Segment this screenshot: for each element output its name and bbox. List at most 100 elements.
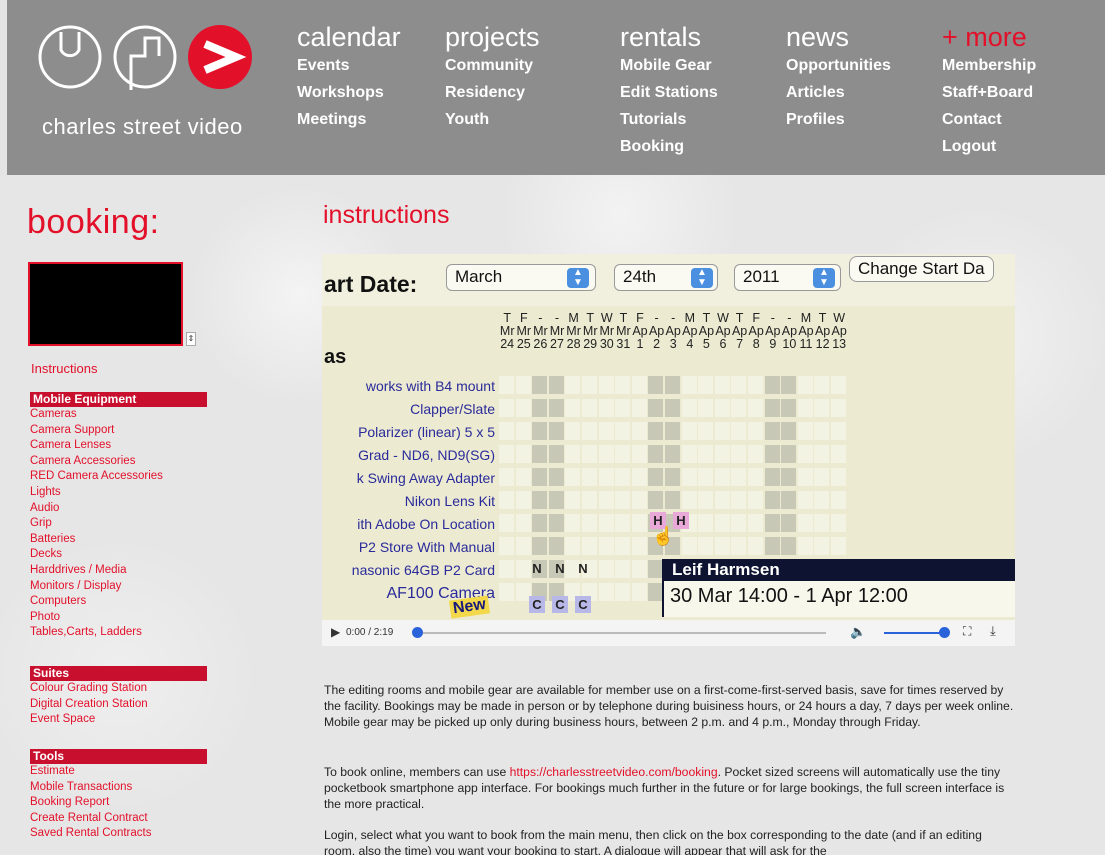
- nav-head-more[interactable]: + more: [942, 22, 1036, 52]
- nav-item-staff-board[interactable]: Staff+Board: [942, 79, 1036, 106]
- grid-cell: [548, 514, 564, 532]
- grid-cell: [814, 491, 830, 509]
- video-column-header: 13: [832, 337, 847, 351]
- grid-cell: [515, 537, 531, 555]
- sidebar-item-lights[interactable]: Lights: [30, 485, 207, 501]
- volume-slider[interactable]: [884, 632, 944, 634]
- booking-link[interactable]: https://charlesstreetvideo.com/booking: [510, 765, 718, 779]
- download-icon[interactable]: ⤓: [990, 623, 996, 639]
- sidebar-item-estimate[interactable]: Estimate: [30, 764, 207, 780]
- grid-cell: [814, 422, 830, 440]
- sidebar-item-camera-lenses[interactable]: Camera Lenses: [30, 438, 207, 454]
- new-badge: New: [448, 595, 490, 619]
- grid-cell: [532, 491, 548, 509]
- grid-cell: [797, 537, 813, 555]
- grid-cell: [814, 376, 830, 394]
- grid-cell: [565, 514, 581, 532]
- sidebar-item-audio[interactable]: Audio: [30, 501, 207, 517]
- nav-item-contact[interactable]: Contact: [942, 106, 1036, 133]
- grid-cell: [598, 468, 614, 486]
- booking-block: N: [555, 561, 565, 576]
- video-column-header: 4: [686, 337, 694, 351]
- grid-cell: [764, 422, 780, 440]
- grid-cell: [615, 491, 631, 509]
- grid-cell: [748, 491, 763, 509]
- sidebar-item-create-rental-contract[interactable]: Create Rental Contract: [30, 811, 207, 827]
- nav-item-profiles[interactable]: Profiles: [786, 106, 891, 133]
- nav-item-logout[interactable]: Logout: [942, 133, 1036, 160]
- sidebar-item-decks[interactable]: Decks: [30, 547, 207, 563]
- booking-block: N: [532, 561, 542, 576]
- sidebar-item-batteries[interactable]: Batteries: [30, 532, 207, 548]
- video-column-header: 8: [752, 337, 760, 351]
- nav-item-events[interactable]: Events: [297, 52, 401, 79]
- sidebar-item-saved-rental-contracts[interactable]: Saved Rental Contracts: [30, 826, 207, 842]
- grid-cell: [515, 491, 531, 509]
- nav-item-tutorials[interactable]: Tutorials: [620, 106, 718, 133]
- grid-cell: [499, 583, 514, 601]
- fullscreen-icon[interactable]: ⛶: [963, 624, 971, 639]
- grid-cell: [764, 491, 780, 509]
- nav-item-workshops[interactable]: Workshops: [297, 79, 401, 106]
- grid-cell: [532, 422, 548, 440]
- nav-item-membership[interactable]: Membership: [942, 52, 1036, 79]
- video-progress-track[interactable]: [418, 632, 826, 634]
- nav-item-edit-stations[interactable]: Edit Stations: [620, 79, 718, 106]
- sidebar-item-booking-report[interactable]: Booking Report: [30, 795, 207, 811]
- sidebar-link-instructions[interactable]: Instructions: [31, 361, 97, 376]
- video-row-label: Clapper/Slate: [410, 401, 495, 417]
- sidebar-item-camera-accessories[interactable]: Camera Accessories: [30, 454, 207, 470]
- nav-item-opportunities[interactable]: Opportunities: [786, 52, 891, 79]
- sidebar-item-event-space[interactable]: Event Space: [30, 712, 207, 728]
- video-column-header: 27: [550, 337, 564, 351]
- grid-cell: [748, 445, 763, 463]
- sidebar-item-mobile-transactions[interactable]: Mobile Transactions: [30, 780, 207, 796]
- sidebar-item-tables-carts-ladders[interactable]: Tables,Carts, Ladders: [30, 625, 207, 641]
- paragraph-text: To book online, members can use: [324, 765, 510, 779]
- grid-cell: [548, 376, 564, 394]
- select-spinner-icon[interactable]: ⇕: [186, 332, 196, 346]
- nav-item-residency[interactable]: Residency: [445, 79, 540, 106]
- nav-item-booking[interactable]: Booking: [620, 133, 718, 160]
- nav-item-articles[interactable]: Articles: [786, 79, 891, 106]
- play-icon[interactable]: ▶: [331, 625, 340, 639]
- grid-cell: [698, 399, 714, 417]
- grid-cell: [532, 399, 548, 417]
- sidebar-item-colour-grading-station[interactable]: Colour Grading Station: [30, 681, 207, 697]
- booking-tooltip-name: Leif Harmsen: [662, 559, 1015, 581]
- grid-cell: [515, 422, 531, 440]
- sidebar-item-photo[interactable]: Photo: [30, 610, 207, 626]
- grid-cell: [681, 422, 697, 440]
- sidebar-item-harddrives-media[interactable]: Harddrives / Media: [30, 563, 207, 579]
- grid-cell: [748, 422, 763, 440]
- nav-head-rentals[interactable]: rentals: [620, 22, 718, 52]
- nav-head-calendar[interactable]: calendar: [297, 22, 401, 52]
- grid-cell: [698, 468, 714, 486]
- grid-cell: [532, 468, 548, 486]
- video-column-header: 25: [516, 337, 531, 351]
- sidebar-item-digital-creation-station[interactable]: Digital Creation Station: [30, 697, 207, 713]
- grid-cell: [515, 468, 531, 486]
- sidebar-item-grip[interactable]: Grip: [30, 516, 207, 532]
- volume-knob[interactable]: [939, 627, 950, 638]
- grid-cell: [698, 445, 714, 463]
- grid-cell: [831, 376, 846, 394]
- nav-item-mobile-gear[interactable]: Mobile Gear: [620, 52, 718, 79]
- sidebar-item-camera-support[interactable]: Camera Support: [30, 423, 207, 439]
- sidebar-item-red-camera-accessories[interactable]: RED Camera Accessories: [30, 469, 207, 485]
- sidebar-item-computers[interactable]: Computers: [30, 594, 207, 610]
- nav-head-news[interactable]: news: [786, 22, 891, 52]
- sidebar-item-cameras[interactable]: Cameras: [30, 407, 207, 423]
- sidebar-item-monitors-display[interactable]: Monitors / Display: [30, 579, 207, 595]
- volume-icon[interactable]: 🔈: [850, 624, 866, 640]
- booking-select-list[interactable]: [28, 262, 183, 346]
- video-progress-knob[interactable]: [412, 627, 423, 638]
- grid-cell: [499, 399, 514, 417]
- nav-item-meetings[interactable]: Meetings: [297, 106, 401, 133]
- nav-item-community[interactable]: Community: [445, 52, 540, 79]
- grid-cell: [598, 560, 614, 578]
- video-row-label: Polarizer (linear) 5 x 5: [358, 424, 495, 440]
- nav-head-projects[interactable]: projects: [445, 22, 540, 52]
- tutorial-video-player[interactable]: art Date: March ▲ ▼ 24th ▲ ▼ 2011 ▲ ▼ Chang…: [322, 254, 1015, 646]
- nav-item-youth[interactable]: Youth: [445, 106, 540, 133]
